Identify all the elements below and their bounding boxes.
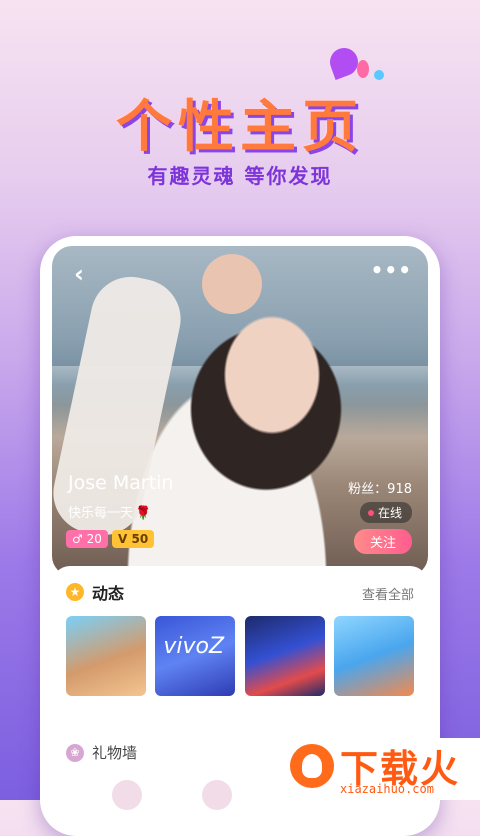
profile-photo[interactable]: ‹ ••• Jose Martin 快乐每一天 🌹 ♂ 20 V 50 粉丝：91… [52, 246, 428, 576]
decor-drop-purple [326, 44, 362, 80]
feed-thumbnail[interactable] [244, 616, 325, 696]
hero-title: 个性主页 [116, 95, 364, 160]
signature-text: 快乐每一天 [68, 506, 134, 521]
watermark: 下载火 xiazaihuo.com [282, 738, 480, 800]
follow-button[interactable]: 关注 [353, 529, 412, 554]
gift-item[interactable] [112, 780, 142, 810]
profile-name: Jose Martin [68, 472, 174, 494]
feed-thumbnail[interactable]: vivoZ [155, 616, 236, 696]
back-icon[interactable]: ‹ [74, 260, 84, 288]
more-icon[interactable]: ••• [371, 258, 412, 282]
feed-thumbnails: vivoZ [66, 616, 414, 696]
star-icon: ★ [66, 583, 84, 601]
decor-drop-pink [357, 60, 369, 78]
feed-section-header: ★ 动态 [66, 580, 124, 604]
thumbnail-caption: vivoZ [163, 634, 225, 659]
gift-icon: ❀ [66, 743, 84, 762]
gift-section-header: ❀ 礼物墙 [66, 742, 137, 763]
profile-signature: 快乐每一天 🌹 [68, 502, 151, 521]
decor-drop-blue [374, 70, 384, 80]
hero-subtitle: 有趣灵魂 等你发现 [147, 164, 333, 188]
rose-icon: 🌹 [135, 506, 152, 521]
fans-count: 粉丝：918 [348, 482, 412, 497]
gender-age-badge: ♂ 20 [66, 530, 108, 548]
feed-thumbnail[interactable] [66, 616, 146, 696]
feed-section-title: 动态 [92, 584, 125, 603]
flame-logo-icon [290, 744, 334, 788]
feed-thumbnail[interactable] [333, 616, 414, 696]
view-all-link[interactable]: 查看全部 [362, 584, 414, 603]
photo-hand [202, 254, 262, 314]
watermark-url: xiazaihuo.com [340, 782, 434, 796]
online-status: 在线 [359, 502, 412, 523]
gift-section-title: 礼物墙 [92, 744, 138, 762]
vip-level-badge: V 50 [112, 530, 155, 548]
gift-item[interactable] [202, 780, 232, 810]
